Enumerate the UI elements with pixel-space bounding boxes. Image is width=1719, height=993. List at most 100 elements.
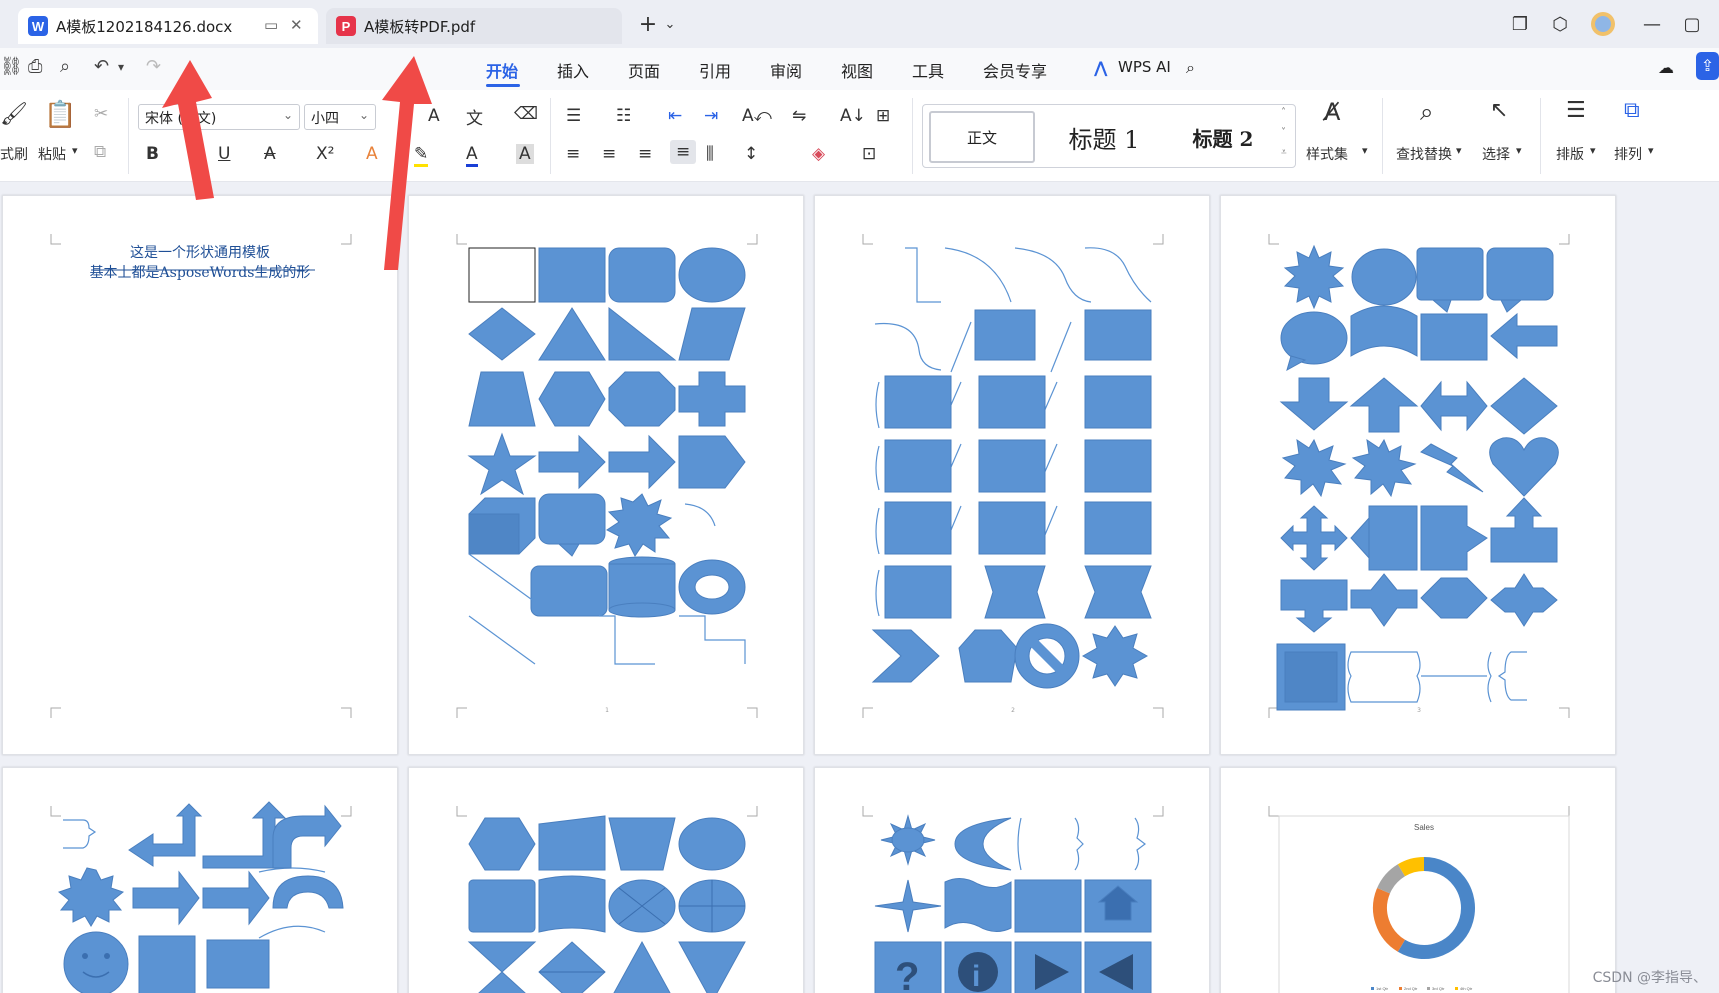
superscript-button[interactable]: X² <box>316 144 334 164</box>
search-icon[interactable]: ⌕ <box>1186 58 1195 78</box>
select-cursor-icon[interactable]: ↖ <box>1490 98 1508 123</box>
minimize-icon[interactable]: — <box>1640 10 1664 38</box>
chevron-up-icon[interactable]: ˄ <box>1281 107 1286 118</box>
numbering-icon[interactable]: ☷ <box>616 106 631 126</box>
paste-icon[interactable]: 📋 <box>44 100 76 130</box>
underline-button[interactable]: U <box>218 144 230 164</box>
find-replace-button[interactable]: 查找替换 <box>1396 144 1452 164</box>
page-1[interactable]: 这是一个形状通用模板 基本上都是AsposeWords生成的形 <box>2 195 398 755</box>
style-set-icon[interactable]: A̸ <box>1324 98 1340 126</box>
menu-tab-view[interactable]: 视图 <box>841 58 873 82</box>
menu-tab-home[interactable]: 开始 <box>486 58 518 82</box>
link-icon[interactable]: ⛓ <box>0 56 23 77</box>
menu-tab-references[interactable]: 引用 <box>699 58 731 82</box>
layout-button[interactable]: 排版 <box>1556 144 1584 164</box>
menu-tab-tools[interactable]: 工具 <box>912 58 944 82</box>
share-icon[interactable]: ⇪ <box>1696 52 1719 80</box>
align-right-icon[interactable]: ≡ <box>638 144 652 164</box>
shading-icon[interactable]: ◈ <box>812 144 825 164</box>
show-marks-icon[interactable]: ⊞ <box>876 106 890 126</box>
legend-swatch <box>1455 987 1458 990</box>
chinese-layout-icon[interactable]: ⇋ <box>792 106 806 126</box>
arrange-icon[interactable]: ⧉ <box>1624 98 1640 123</box>
copy-icon[interactable]: ⧉ <box>94 142 106 162</box>
find-replace-icon[interactable]: ⌕ <box>1420 98 1433 126</box>
chevron-down-icon[interactable]: ▾ <box>1648 144 1654 157</box>
menu-tab-insert[interactable]: 插入 <box>557 58 589 82</box>
line-spacing-icon[interactable]: ↕ <box>744 144 758 164</box>
text-effect-icon[interactable]: A <box>366 144 378 164</box>
chevron-down-icon[interactable]: ▾ <box>1516 144 1522 157</box>
chevron-down-icon[interactable]: ▾ <box>1456 144 1462 157</box>
tab-docx[interactable]: W A模板1202184126.docx ▭ ✕ <box>18 8 318 44</box>
bold-button[interactable]: B <box>146 144 159 164</box>
page-4[interactable]: 3 <box>1220 195 1616 755</box>
borders-icon[interactable]: ⊡ <box>862 144 876 164</box>
style-normal[interactable]: 正文 <box>929 111 1035 163</box>
print-icon[interactable]: ⎙ <box>28 56 42 77</box>
eraser-icon[interactable]: ⌫ <box>514 104 538 124</box>
paste-button[interactable]: 粘贴 <box>38 144 66 164</box>
undo-icon[interactable]: ↶ <box>94 56 109 77</box>
cube-icon[interactable]: ⬡ <box>1548 10 1572 38</box>
menu-tab-review[interactable]: 审阅 <box>770 58 802 82</box>
chevron-down-icon[interactable]: ▾ <box>1362 144 1368 157</box>
page-3[interactable]: 2 <box>814 195 1210 755</box>
format-painter-label[interactable]: 式刷 <box>0 144 28 164</box>
new-tab-menu-icon[interactable]: ⌄ <box>662 10 678 38</box>
tab-docx-title: A模板1202184126.docx <box>56 17 233 36</box>
font-size-select[interactable]: 小四 ⌄ <box>304 104 376 130</box>
distribute-icon[interactable]: ⫼ <box>706 144 714 164</box>
close-icon[interactable]: ✕ <box>290 16 303 34</box>
page-6[interactable] <box>408 767 804 993</box>
justify-icon[interactable]: ≡ <box>670 140 697 164</box>
font-name-select[interactable]: 宋体 (正文) ⌄ <box>138 104 300 130</box>
layout-icon[interactable]: ☰ <box>1566 98 1586 123</box>
highlight-icon[interactable]: ✎ <box>414 144 429 167</box>
style-heading-1[interactable]: 标题 1 <box>1049 113 1159 161</box>
wps-ai-icon[interactable]: ⋀ <box>1094 58 1107 77</box>
document-canvas[interactable]: 这是一个形状通用模板 基本上都是AsposeWords生成的形 1 2 3 ? … <box>0 183 1719 993</box>
redo-icon[interactable]: ↷ <box>146 56 161 77</box>
paste-menu-icon[interactable]: ▾ <box>72 144 78 157</box>
font-grow-icon[interactable]: A <box>428 106 440 126</box>
select-button[interactable]: 选择 <box>1482 144 1510 164</box>
page-5[interactable] <box>2 767 398 993</box>
page-2[interactable]: 1 <box>408 195 804 755</box>
menu-tab-member[interactable]: 会员专享 <box>983 58 1047 82</box>
page-7[interactable]: ? i <box>814 767 1210 993</box>
increase-indent-icon[interactable]: ⇥ <box>704 106 718 126</box>
wps-ai-button[interactable]: WPS AI <box>1118 58 1171 76</box>
style-set-button[interactable]: 样式集 <box>1306 144 1348 164</box>
cloud-icon[interactable]: ☁ <box>1658 58 1674 77</box>
text-direction-icon[interactable]: A⤺ <box>742 106 772 126</box>
restore-icon[interactable]: ❐ <box>1508 10 1532 38</box>
strikethrough-icon[interactable]: A <box>264 144 276 164</box>
font-color-icon[interactable]: A <box>466 144 478 167</box>
menu-tab-page[interactable]: 页面 <box>628 58 660 82</box>
print-preview-icon[interactable]: ⌕ <box>60 56 70 77</box>
monitor-icon[interactable]: ▭ <box>264 16 278 34</box>
style-heading-2[interactable]: 标题 2 <box>1173 113 1273 161</box>
page-8[interactable]: Sales 1st Qtr 2nd Qtr 3rd Qtr 4th Qtr <box>1220 767 1616 993</box>
separator <box>128 98 129 174</box>
decrease-indent-icon[interactable]: ⇤ <box>668 106 682 126</box>
tab-pdf[interactable]: P A模板转PDF.pdf <box>326 8 622 44</box>
phonetic-guide-icon[interactable]: 文 <box>466 104 483 129</box>
sort-icon[interactable]: A↓ <box>840 106 866 126</box>
align-center-icon[interactable]: ≡ <box>602 144 616 164</box>
bullets-icon[interactable]: ☰ <box>566 106 581 126</box>
expand-gallery-icon[interactable]: ⩡ <box>1281 147 1287 158</box>
undo-menu-icon[interactable]: ▾ <box>118 60 124 74</box>
maximize-icon[interactable]: ▢ <box>1680 10 1704 38</box>
char-shading-icon[interactable]: A <box>516 144 534 164</box>
format-painter-icon[interactable]: 🖌 <box>0 102 28 127</box>
chevron-down-icon[interactable]: ˅ <box>1281 127 1286 138</box>
ribbon: 🖌 式刷 📋 粘贴 ▾ ✂ ⧉ 宋体 (正文) ⌄ 小四 ⌄ A 文 ⌫ B U… <box>0 90 1719 182</box>
avatar[interactable] <box>1590 10 1616 38</box>
new-tab-button[interactable]: + <box>634 10 662 38</box>
cut-icon[interactable]: ✂ <box>94 104 108 124</box>
chevron-down-icon[interactable]: ▾ <box>1590 144 1596 157</box>
arrange-button[interactable]: 排列 <box>1614 144 1642 164</box>
align-left-icon[interactable]: ≡ <box>566 144 580 164</box>
